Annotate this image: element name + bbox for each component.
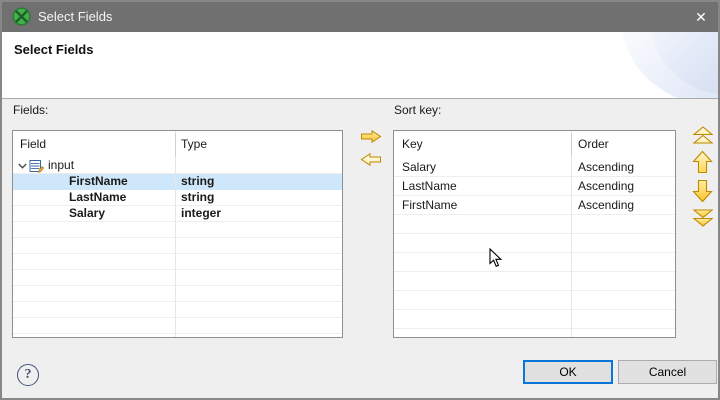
empty-row[interactable] — [394, 310, 675, 329]
help-button[interactable]: ? — [17, 364, 39, 386]
field-row-salary[interactable]: Salary integer — [13, 206, 342, 222]
field-name: FirstName — [13, 174, 175, 189]
empty-row[interactable] — [394, 215, 675, 234]
titlebar: Select Fields ✕ — [2, 2, 718, 32]
field-name: Salary — [13, 206, 175, 221]
sort-row-salary[interactable]: Salary Ascending — [394, 158, 675, 177]
field-type: string — [175, 190, 342, 205]
empty-row[interactable] — [13, 222, 342, 238]
tree-root-label: input — [48, 158, 74, 173]
move-down-button[interactable] — [691, 179, 714, 203]
help-icon: ? — [25, 367, 32, 383]
sort-row-firstname[interactable]: FirstName Ascending — [394, 196, 675, 215]
column-header-type: Type — [175, 131, 342, 158]
sort-key: LastName — [394, 177, 571, 195]
move-to-bottom-button[interactable] — [691, 208, 715, 227]
fields-table: Field Type input FirstName string Las — [12, 130, 343, 338]
sort-row-lastname[interactable]: LastName Ascending — [394, 177, 675, 196]
column-divider-header[interactable] — [571, 133, 572, 157]
sort-table-header: Key Order — [394, 131, 675, 158]
field-row-firstname[interactable]: FirstName string — [13, 174, 342, 190]
empty-row[interactable] — [394, 329, 675, 338]
empty-row[interactable] — [13, 238, 342, 254]
sort-order[interactable]: Ascending — [571, 196, 675, 214]
empty-row[interactable] — [13, 286, 342, 302]
dialog-banner: Select Fields — [2, 32, 718, 99]
sort-order[interactable]: Ascending — [571, 177, 675, 195]
chevron-down-icon[interactable] — [18, 163, 27, 169]
empty-row[interactable] — [394, 253, 675, 272]
move-down-icon — [691, 179, 714, 203]
field-name: LastName — [13, 190, 175, 205]
empty-row[interactable] — [13, 270, 342, 286]
empty-row[interactable] — [13, 254, 342, 270]
move-up-icon — [691, 150, 714, 174]
tree-row-input[interactable]: input — [13, 158, 342, 174]
column-header-order: Order — [571, 131, 675, 158]
remove-from-sort-button[interactable] — [360, 152, 382, 167]
order-buttons — [689, 126, 716, 232]
right-arrow-icon — [360, 129, 382, 144]
field-row-lastname[interactable]: LastName string — [13, 190, 342, 206]
empty-row[interactable] — [13, 302, 342, 318]
column-divider — [175, 131, 176, 337]
app-clover-icon — [12, 7, 31, 26]
move-to-bottom-icon — [691, 208, 715, 227]
empty-row[interactable] — [13, 334, 342, 338]
move-to-top-button[interactable] — [691, 126, 715, 145]
add-to-sort-button[interactable] — [360, 129, 382, 144]
empty-row[interactable] — [394, 272, 675, 291]
column-header-key: Key — [394, 131, 571, 158]
cancel-button[interactable]: Cancel — [618, 360, 717, 384]
sort-key-label: Sort key: — [394, 103, 441, 117]
dialog-heading: Select Fields — [14, 42, 93, 57]
sort-key: FirstName — [394, 196, 571, 214]
column-divider — [571, 131, 572, 337]
close-icon: ✕ — [695, 9, 707, 26]
empty-row[interactable] — [394, 234, 675, 253]
fields-table-header: Field Type — [13, 131, 342, 158]
window-title: Select Fields — [38, 2, 112, 32]
move-up-button[interactable] — [691, 150, 714, 174]
field-type: integer — [175, 206, 342, 221]
field-type: string — [175, 174, 342, 189]
left-arrow-icon — [360, 152, 382, 167]
sort-key: Salary — [394, 158, 571, 176]
fields-label: Fields: — [13, 103, 48, 117]
close-button[interactable]: ✕ — [684, 2, 718, 32]
column-divider-header[interactable] — [175, 133, 176, 157]
sort-order[interactable]: Ascending — [571, 158, 675, 176]
select-fields-dialog: Select Fields ✕ Select Fields Fields: So… — [0, 0, 720, 400]
move-to-top-icon — [691, 126, 715, 145]
column-header-field: Field — [13, 131, 175, 158]
empty-row[interactable] — [394, 291, 675, 310]
empty-row[interactable] — [13, 318, 342, 334]
transfer-buttons — [358, 129, 384, 175]
record-edit-icon — [29, 159, 44, 173]
ok-button[interactable]: OK — [523, 360, 613, 384]
sort-key-table: Key Order Salary Ascending LastName Asce… — [393, 130, 676, 338]
mouse-cursor — [489, 248, 503, 268]
